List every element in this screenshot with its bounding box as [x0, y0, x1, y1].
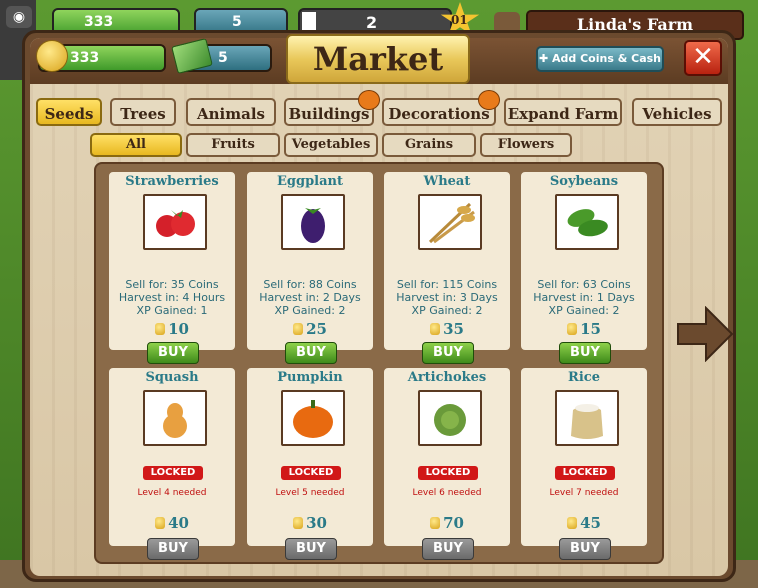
wheat-icon: [418, 194, 482, 250]
level-needed: Level 7 needed: [549, 488, 619, 498]
sell-price: Sell for: 88 Coins: [263, 278, 357, 291]
tab-expand-farm[interactable]: Expand Farm: [504, 98, 622, 126]
item-cost: 15: [521, 320, 647, 338]
xp-gained: XP Gained: 2: [548, 304, 620, 317]
eggplant-icon: [281, 194, 345, 250]
item-card-wheat[interactable]: Wheat Sell for: 115 Coins Harvest in: 3 …: [382, 170, 512, 364]
item-cost: 30: [247, 514, 373, 532]
pumpkin-icon: [281, 390, 345, 446]
coin-icon: [430, 517, 441, 529]
add-coins-cash-label: Add Coins & Cash: [552, 52, 662, 65]
add-coins-cash-button[interactable]: ✚ Add Coins & Cash: [536, 46, 664, 72]
market-coins-display: 333: [36, 40, 166, 72]
hud-coins-value: 333: [84, 14, 114, 30]
next-page-arrow-icon[interactable]: [676, 305, 734, 363]
item-card-pumpkin[interactable]: Pumpkin LOCKED Level 5 needed 30 BUY: [245, 366, 375, 560]
subtab-fruits[interactable]: Fruits: [186, 133, 280, 157]
item-name: Rice: [568, 370, 600, 385]
xp-gained: XP Gained: 2: [411, 304, 483, 317]
harvest-time: Harvest in: 2 Days: [259, 291, 361, 304]
item-card-rice[interactable]: Rice LOCKED Level 7 needed 45 BUY: [519, 366, 649, 560]
xp-gained: XP Gained: 2: [274, 304, 346, 317]
item-name: Eggplant: [277, 174, 343, 189]
sell-price: Sell for: 63 Coins: [537, 278, 631, 291]
coin-icon: [293, 323, 304, 335]
harvest-time: Harvest in: 1 Days: [533, 291, 635, 304]
item-cost: 25: [247, 320, 373, 338]
coin-icon: [293, 517, 304, 529]
rice-sack-icon: [555, 390, 619, 446]
locked-badge: LOCKED: [143, 466, 203, 480]
sell-price: Sell for: 35 Coins: [125, 278, 219, 291]
item-cost: 40: [109, 514, 235, 532]
subtab-vegetables[interactable]: Vegetables: [284, 133, 378, 157]
locked-badge: LOCKED: [281, 466, 341, 480]
close-button[interactable]: ✕: [684, 40, 722, 76]
buy-button[interactable]: BUY: [422, 342, 474, 364]
subtab-all[interactable]: All: [90, 133, 182, 157]
buy-button[interactable]: BUY: [147, 342, 199, 364]
market-title: Market: [286, 34, 470, 84]
buy-button[interactable]: BUY: [559, 342, 611, 364]
buy-button-disabled: BUY: [422, 538, 474, 560]
market-coins-value: 333: [70, 50, 100, 66]
soybean-icon: [555, 194, 619, 250]
pumpkin-badge-icon: [478, 90, 500, 110]
level-needed: Level 6 needed: [412, 488, 482, 498]
eye-icon[interactable]: ◉: [6, 6, 32, 28]
item-name: Squash: [145, 370, 199, 385]
locked-badge: LOCKED: [418, 466, 478, 480]
artichoke-icon: [418, 390, 482, 446]
harvest-time: Harvest in: 4 Hours: [118, 291, 226, 304]
sell-price: Sell for: 115 Coins: [396, 278, 498, 291]
harvest-time: Harvest in: 3 Days: [396, 291, 498, 304]
buy-button-disabled: BUY: [559, 538, 611, 560]
buy-button[interactable]: BUY: [285, 342, 337, 364]
coin-icon: [430, 323, 441, 335]
item-card-artichokes[interactable]: Artichokes LOCKED Level 6 needed 70 BUY: [382, 366, 512, 560]
hud-cash-value: 5: [232, 14, 242, 30]
market-cash-value: 5: [218, 50, 228, 66]
coin-icon: [567, 517, 578, 529]
tab-trees[interactable]: Trees: [110, 98, 176, 126]
item-name: Strawberries: [125, 174, 219, 189]
market-cash-display: 5: [171, 38, 272, 74]
xp-progress-fill: [302, 12, 316, 32]
item-name: Wheat: [423, 174, 471, 189]
tab-seeds[interactable]: Seeds: [36, 98, 102, 126]
coin-icon: [155, 517, 166, 529]
tab-animals[interactable]: Animals: [186, 98, 276, 126]
buy-button-disabled: BUY: [285, 538, 337, 560]
item-cost: 70: [384, 514, 510, 532]
level-needed: Level 5 needed: [275, 488, 345, 498]
item-card-eggplant[interactable]: Eggplant Sell for: 88 Coins Harvest in: …: [245, 170, 375, 364]
item-cost: 10: [109, 320, 235, 338]
xp-gained: XP Gained: 1: [136, 304, 208, 317]
subtab-flowers[interactable]: Flowers: [480, 133, 572, 157]
buy-button-disabled: BUY: [147, 538, 199, 560]
pumpkin-badge-icon: [358, 90, 380, 110]
item-card-squash[interactable]: Squash LOCKED Level 4 needed 40 BUY: [107, 366, 237, 560]
item-name: Pumpkin: [277, 370, 343, 385]
plus-icon: ✚: [538, 52, 553, 65]
item-name: Artichokes: [407, 370, 487, 385]
coin-stack-icon: [36, 40, 68, 72]
star-level-value: 01: [451, 13, 468, 27]
locked-badge: LOCKED: [555, 466, 615, 480]
level-needed: Level 4 needed: [137, 488, 207, 498]
subtab-grains[interactable]: Grains: [382, 133, 476, 157]
tab-vehicles[interactable]: Vehicles: [632, 98, 722, 126]
strawberry-icon: [143, 194, 207, 250]
squash-icon: [143, 390, 207, 446]
item-card-strawberries[interactable]: Strawberries Sell for: 35 Coins Harvest …: [107, 170, 237, 364]
item-name: Soybeans: [549, 174, 619, 189]
item-card-soybeans[interactable]: Soybeans Sell for: 63 Coins Harvest in: …: [519, 170, 649, 364]
item-cost: 45: [521, 514, 647, 532]
coin-icon: [567, 323, 578, 335]
coin-icon: [155, 323, 166, 335]
item-cost: 35: [384, 320, 510, 338]
